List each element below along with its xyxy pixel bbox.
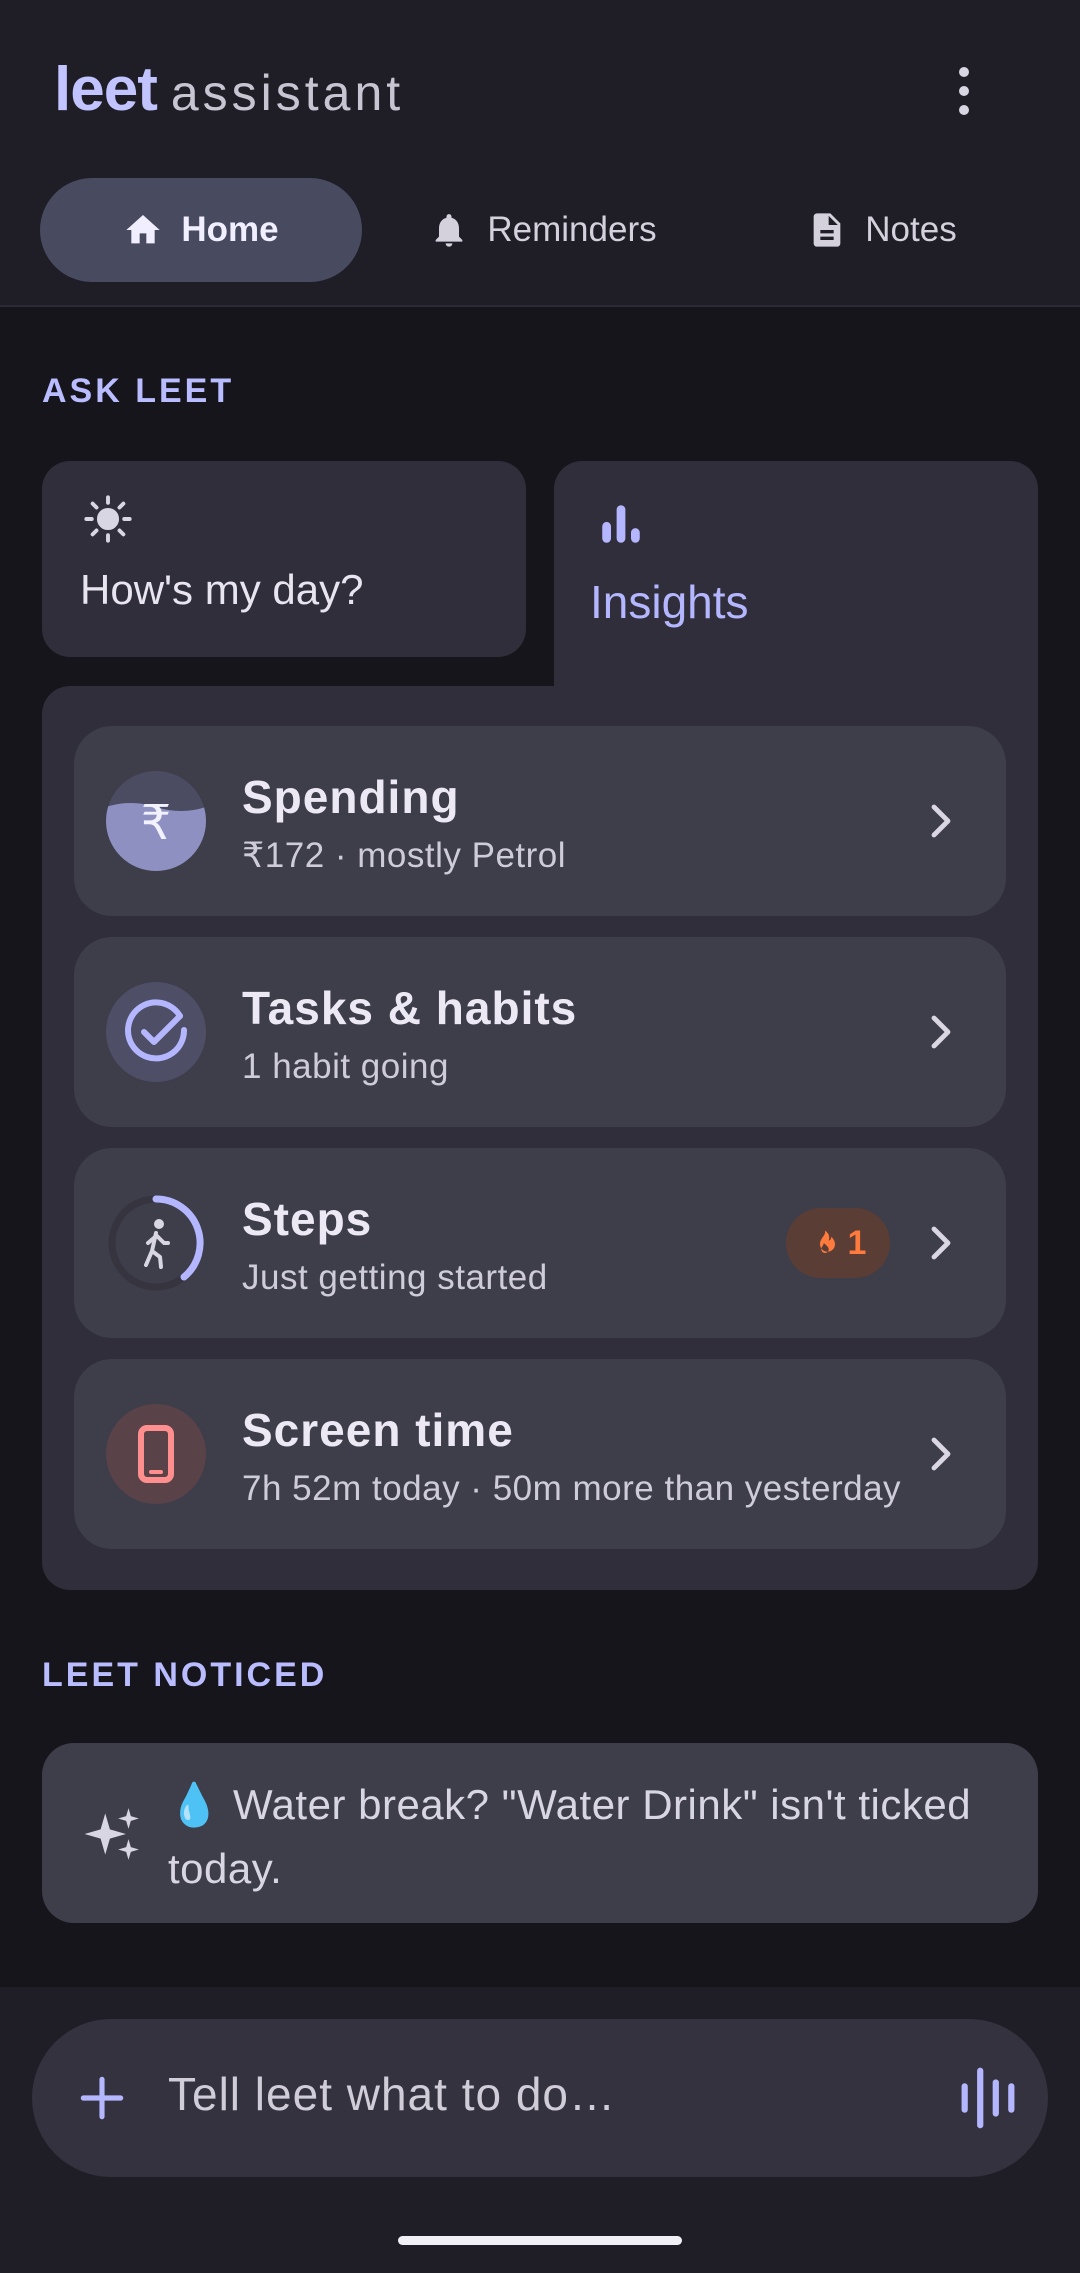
- phone-icon: [138, 1425, 174, 1483]
- app-logo: leet assistant: [54, 54, 404, 124]
- insight-subtitle: 7h 52m today · 50m more than yesterday: [242, 1469, 902, 1508]
- tab-notes[interactable]: Notes: [724, 178, 1040, 282]
- streak-badge: 1: [786, 1208, 890, 1278]
- chip-insights-label: Insights: [590, 576, 749, 628]
- flame-icon: [819, 1230, 835, 1253]
- brand-light: assistant: [170, 65, 405, 121]
- voice-waveform-icon[interactable]: [956, 2063, 1020, 2133]
- sun-icon: [84, 495, 132, 543]
- streak-count: 1: [847, 1223, 867, 1262]
- insight-row-spending[interactable]: ₹ Spending ₹172 · mostly Petrol: [74, 726, 1006, 916]
- steps-progress-ring: [108, 1195, 204, 1291]
- tab-reminders-label: Reminders: [487, 210, 657, 249]
- insight-title: Screen time: [242, 1404, 514, 1456]
- notice-message: Water break? "Water Drink" isn't ticked …: [168, 1781, 972, 1892]
- home-icon: [126, 215, 161, 244]
- svg-text:₹: ₹: [141, 795, 172, 851]
- command-placeholder: Tell leet what to do…: [168, 2068, 617, 2120]
- walking-icon: [144, 1219, 170, 1269]
- top-app-bar: leet assistant Home Reminders Notes: [0, 0, 1080, 307]
- screen-time-avatar: [106, 1404, 206, 1504]
- insight-subtitle: ₹172 · mostly Petrol: [242, 836, 567, 875]
- bar-chart-icon: [602, 505, 640, 543]
- spending-avatar: ₹: [106, 771, 206, 871]
- chevron-right-icon: [931, 804, 951, 838]
- tab-notes-label: Notes: [865, 210, 957, 249]
- tasks-avatar: [106, 982, 206, 1082]
- plus-icon[interactable]: [74, 2070, 130, 2126]
- insight-row-steps[interactable]: Steps Just getting started 1: [74, 1148, 1006, 1338]
- rupee-icon: ₹: [106, 795, 206, 871]
- tab-home[interactable]: Home: [40, 178, 362, 282]
- insight-row-screen-time[interactable]: Screen time 7h 52m today · 50m more than…: [74, 1359, 1006, 1549]
- bell-icon: [436, 214, 463, 247]
- insight-title: Tasks & habits: [242, 982, 578, 1034]
- home-indicator: [398, 2236, 682, 2245]
- insight-subtitle: 1 habit going: [242, 1047, 449, 1086]
- sparkle-icon: [84, 1808, 139, 1860]
- insights-panel: ₹ Spending ₹172 · mostly Petrol Tasks & …: [42, 686, 1038, 1590]
- command-input[interactable]: Tell leet what to do…: [32, 2019, 1048, 2177]
- tab-reminders[interactable]: Reminders: [362, 178, 724, 282]
- tab-home-label: Home: [181, 210, 279, 249]
- chip-hows-my-day[interactable]: How's my day?: [42, 461, 526, 657]
- chevron-right-icon: [931, 1015, 951, 1049]
- insight-title: Spending: [242, 771, 460, 823]
- insight-row-tasks[interactable]: Tasks & habits 1 habit going: [74, 937, 1006, 1127]
- document-icon: [813, 213, 841, 247]
- tab-bar: Home Reminders Notes: [40, 178, 1040, 282]
- chevron-right-icon: [931, 1226, 951, 1260]
- notice-text: 💧 Water break? "Water Drink" isn't ticke…: [168, 1773, 988, 1901]
- steps-avatar: [106, 1193, 206, 1293]
- chip-insights[interactable]: Insights: [554, 461, 1038, 691]
- chip-hows-my-day-label: How's my day?: [80, 566, 364, 613]
- check-circle-icon: [125, 999, 188, 1062]
- notice-card[interactable]: 💧 Water break? "Water Drink" isn't ticke…: [42, 1743, 1038, 1923]
- overflow-menu-icon[interactable]: [940, 56, 988, 126]
- brand-bold: leet: [54, 55, 158, 124]
- section-title-noticed: LEET NOTICED: [42, 1656, 328, 1694]
- droplet-emoji: 💧: [168, 1781, 221, 1828]
- section-title-ask: ASK LEET: [42, 372, 235, 410]
- chevron-right-icon: [931, 1437, 951, 1471]
- insight-title: Steps: [242, 1193, 373, 1245]
